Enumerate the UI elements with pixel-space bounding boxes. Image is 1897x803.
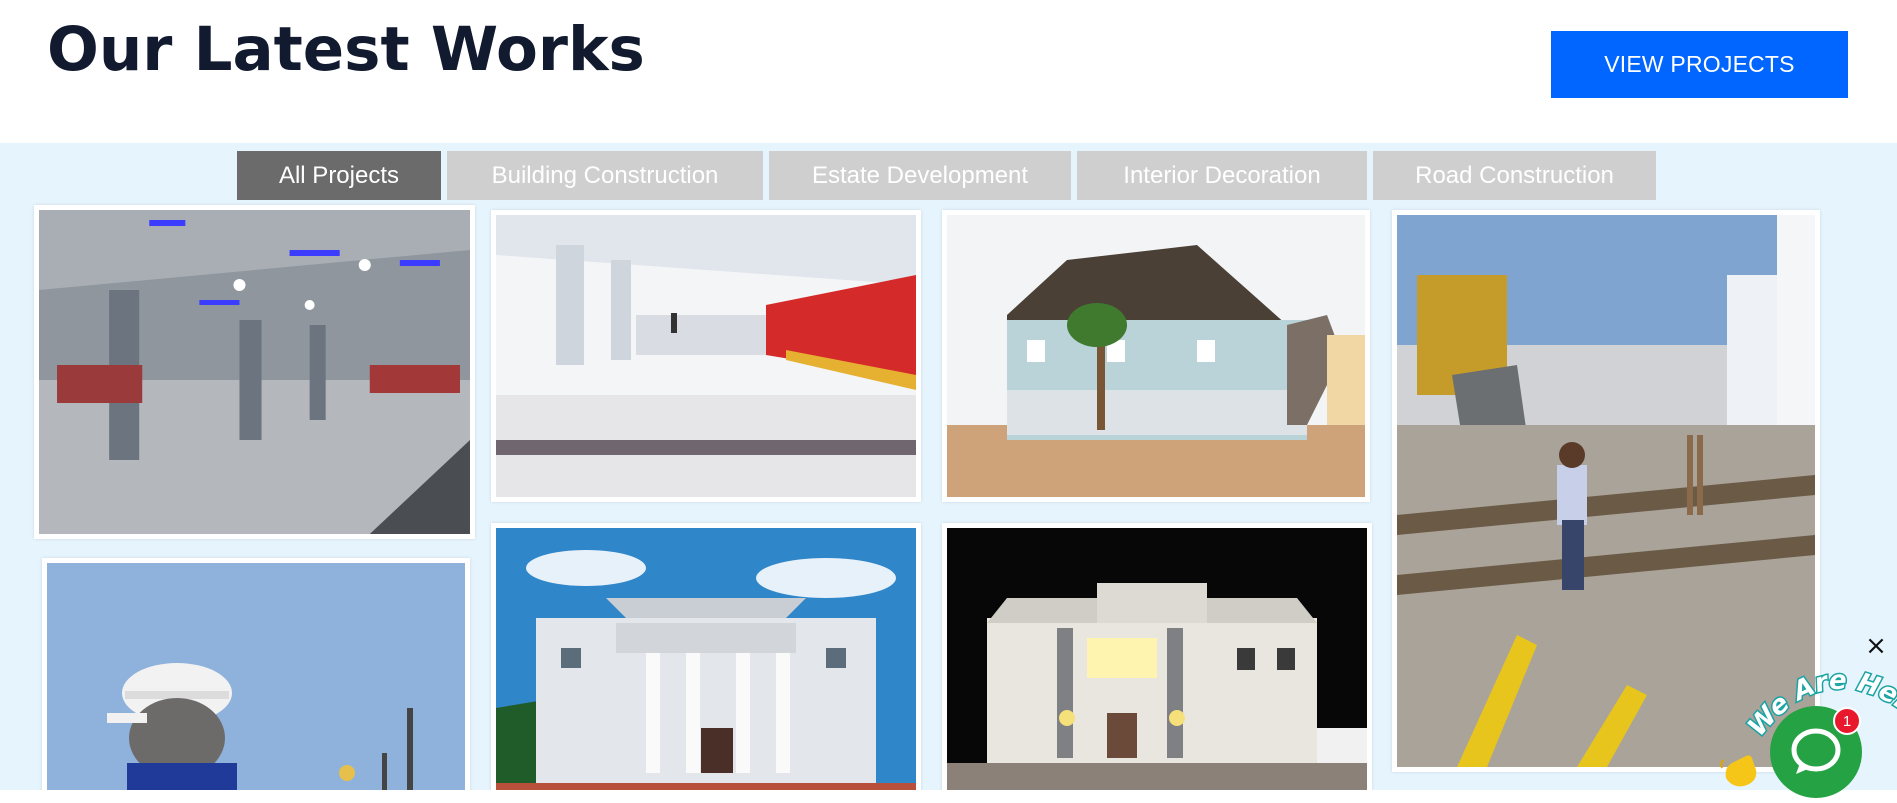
project-image-hall-chairs <box>496 215 916 497</box>
section-header: Our Latest Works VIEW PROJECTS <box>0 0 1897 143</box>
waving-hand-icon <box>1720 755 1757 787</box>
project-card[interactable] <box>491 210 921 502</box>
projects-gallery: All Projects Building Construction Estat… <box>0 143 1897 790</box>
project-card[interactable] <box>42 558 470 790</box>
project-card[interactable] <box>942 523 1372 790</box>
filter-tabs: All Projects Building Construction Estat… <box>237 151 1656 200</box>
project-image-mansion-night <box>947 528 1367 790</box>
project-image-hall-interior <box>39 210 470 534</box>
tab-building-construction[interactable]: Building Construction <box>447 151 763 200</box>
project-image-house <box>947 215 1365 497</box>
tab-interior-decoration[interactable]: Interior Decoration <box>1077 151 1367 200</box>
tab-all-projects[interactable]: All Projects <box>237 151 441 200</box>
project-image-mansion-day <box>496 528 916 790</box>
notification-badge: 1 <box>1833 707 1861 735</box>
project-card[interactable] <box>491 523 921 790</box>
page-title: Our Latest Works <box>47 14 645 85</box>
view-projects-button[interactable]: VIEW PROJECTS <box>1551 31 1848 98</box>
tab-road-construction[interactable]: Road Construction <box>1373 151 1656 200</box>
project-card[interactable] <box>34 205 475 539</box>
project-image-worker <box>47 563 465 790</box>
project-card[interactable] <box>942 210 1370 502</box>
tab-estate-development[interactable]: Estate Development <box>769 151 1071 200</box>
chat-widget: We Are Here! 1 <box>1700 650 1897 798</box>
